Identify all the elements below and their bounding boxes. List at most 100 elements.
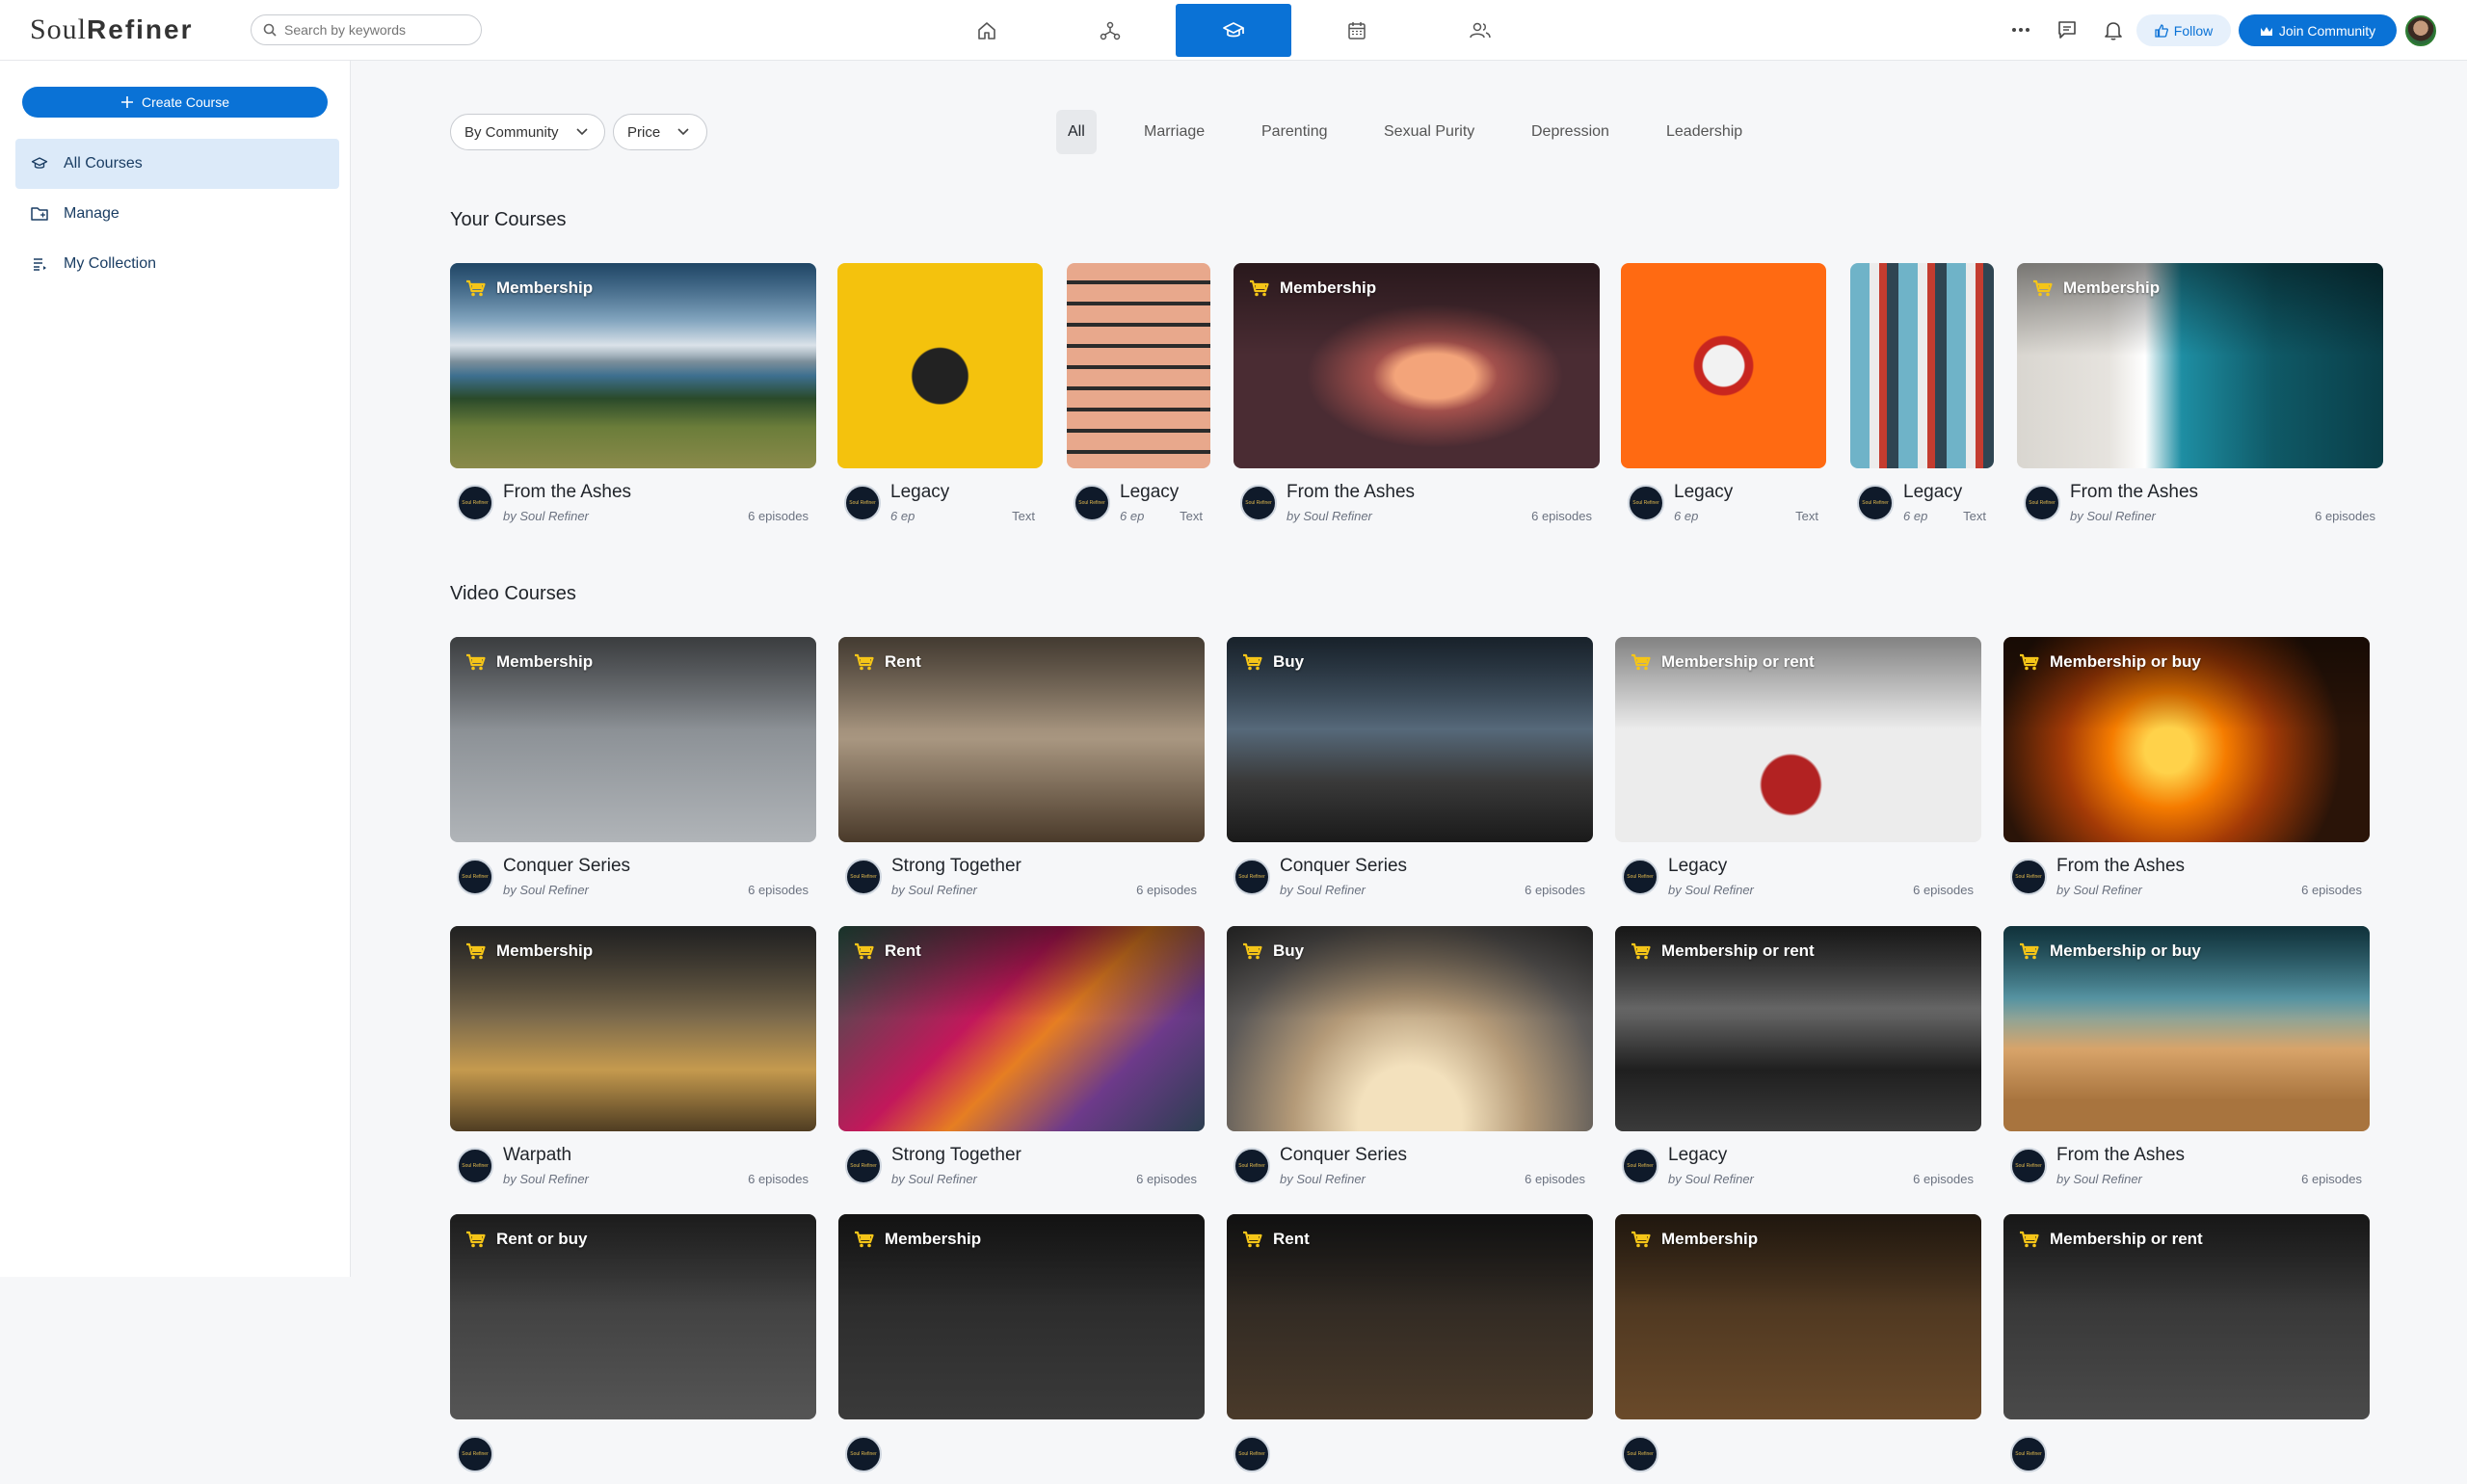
- creator-avatar[interactable]: Soul Refiner: [2024, 485, 2060, 521]
- user-avatar[interactable]: [2405, 15, 2436, 46]
- creator-avatar[interactable]: Soul Refiner: [845, 1436, 882, 1472]
- sidebar-item-all-courses[interactable]: All Courses: [15, 139, 339, 189]
- course-title[interactable]: Conquer Series: [1280, 856, 1407, 877]
- price-filter-dropdown[interactable]: Price: [613, 114, 707, 150]
- course-thumbnail[interactable]: Buy: [1227, 926, 1593, 1131]
- course-thumbnail[interactable]: [1067, 263, 1210, 468]
- course-thumbnail[interactable]: Membership or rent: [1615, 926, 1981, 1131]
- nav-courses[interactable]: [1176, 4, 1291, 57]
- creator-avatar[interactable]: Soul Refiner: [457, 859, 493, 895]
- course-title[interactable]: Conquer Series: [1280, 1145, 1407, 1166]
- logo[interactable]: SoulRefiner: [30, 13, 194, 46]
- course-thumbnail[interactable]: Rent: [838, 926, 1205, 1131]
- course-card[interactable]: Membership or rent Soul Refiner Legacy by S…: [1615, 926, 1981, 1196]
- course-card[interactable]: Rent Soul Refiner Strong Together by Soul R…: [838, 926, 1205, 1196]
- course-card[interactable]: Membership Soul Refiner From the Ashes by S…: [1234, 263, 1600, 533]
- course-thumbnail[interactable]: Membership: [450, 263, 816, 468]
- course-card[interactable]: Rent or buy Soul Refiner: [450, 1214, 816, 1484]
- course-card[interactable]: Soul Refiner Legacy 6 ep Text: [1067, 263, 1210, 533]
- course-title[interactable]: Strong Together: [891, 856, 1021, 877]
- course-thumbnail[interactable]: Buy: [1227, 637, 1593, 842]
- creator-avatar[interactable]: Soul Refiner: [457, 1148, 493, 1184]
- creator-avatar[interactable]: Soul Refiner: [457, 485, 493, 521]
- creator-avatar[interactable]: Soul Refiner: [1622, 1148, 1658, 1184]
- nav-calendar[interactable]: [1299, 4, 1415, 57]
- create-course-button[interactable]: Create Course: [22, 87, 328, 118]
- creator-avatar[interactable]: Soul Refiner: [1234, 1436, 1270, 1472]
- course-title[interactable]: Conquer Series: [503, 856, 630, 877]
- course-card[interactable]: Membership Soul Refiner Warpath by Soul Ref…: [450, 926, 816, 1196]
- course-card[interactable]: Membership Soul Refiner From the Ashes by S…: [2017, 263, 2383, 533]
- nav-people[interactable]: [1422, 4, 1538, 57]
- course-thumbnail[interactable]: Rent: [1227, 1214, 1593, 1419]
- creator-avatar[interactable]: Soul Refiner: [845, 1148, 882, 1184]
- course-title[interactable]: Legacy: [1668, 1145, 1727, 1166]
- course-card[interactable]: Membership Soul Refiner: [1615, 1214, 1981, 1484]
- course-thumbnail[interactable]: Membership: [450, 926, 816, 1131]
- course-card[interactable]: Membership or rent Soul Refiner Legacy by S…: [1615, 637, 1981, 907]
- nav-network[interactable]: [1052, 4, 1168, 57]
- category-tab-leadership[interactable]: Leadership: [1655, 110, 1754, 154]
- search-box[interactable]: [251, 14, 482, 45]
- course-thumbnail[interactable]: Membership: [450, 637, 816, 842]
- course-card[interactable]: Rent Soul Refiner: [1227, 1214, 1593, 1484]
- sidebar-item-my-collection[interactable]: My Collection: [15, 239, 339, 289]
- creator-avatar[interactable]: Soul Refiner: [1628, 485, 1664, 521]
- creator-avatar[interactable]: Soul Refiner: [844, 485, 881, 521]
- course-card[interactable]: Membership Soul Refiner Conquer Series by S…: [450, 637, 816, 907]
- course-thumbnail[interactable]: [837, 263, 1043, 468]
- course-title[interactable]: Legacy: [1668, 856, 1727, 877]
- course-title[interactable]: Legacy: [890, 482, 949, 503]
- course-card[interactable]: Buy Soul Refiner Conquer Series by Soul Ref…: [1227, 637, 1593, 907]
- category-tab-depression[interactable]: Depression: [1520, 110, 1621, 154]
- course-card[interactable]: Soul Refiner Legacy 6 ep Text: [1621, 263, 1826, 533]
- course-title[interactable]: Strong Together: [891, 1145, 1021, 1166]
- course-card[interactable]: Buy Soul Refiner Conquer Series by Soul Ref…: [1227, 926, 1593, 1196]
- creator-avatar[interactable]: Soul Refiner: [1234, 859, 1270, 895]
- sidebar-item-manage[interactable]: Manage: [15, 189, 339, 239]
- course-thumbnail[interactable]: [1621, 263, 1826, 468]
- course-thumbnail[interactable]: [1850, 263, 1994, 468]
- course-card[interactable]: Membership or buy Soul Refiner From the As…: [2003, 926, 2370, 1196]
- notifications-button[interactable]: [2099, 15, 2128, 44]
- creator-avatar[interactable]: Soul Refiner: [845, 859, 882, 895]
- creator-avatar[interactable]: Soul Refiner: [2010, 859, 2047, 895]
- course-thumbnail[interactable]: Membership: [2017, 263, 2383, 468]
- creator-avatar[interactable]: Soul Refiner: [1622, 1436, 1658, 1472]
- course-thumbnail[interactable]: Membership or buy: [2003, 926, 2370, 1131]
- course-thumbnail[interactable]: Membership: [838, 1214, 1205, 1419]
- creator-avatar[interactable]: Soul Refiner: [457, 1436, 493, 1472]
- category-tab-marriage[interactable]: Marriage: [1132, 110, 1216, 154]
- course-title[interactable]: Warpath: [503, 1145, 571, 1166]
- course-title[interactable]: From the Ashes: [2056, 856, 2185, 877]
- course-title[interactable]: From the Ashes: [2056, 1145, 2185, 1166]
- nav-home[interactable]: [929, 4, 1045, 57]
- category-tab-parenting[interactable]: Parenting: [1250, 110, 1340, 154]
- course-title[interactable]: From the Ashes: [2070, 482, 2198, 503]
- creator-avatar[interactable]: Soul Refiner: [1074, 485, 1110, 521]
- course-thumbnail[interactable]: Membership or buy: [2003, 637, 2370, 842]
- course-thumbnail[interactable]: Membership or rent: [1615, 637, 1981, 842]
- course-thumbnail[interactable]: Rent: [838, 637, 1205, 842]
- more-button[interactable]: [2006, 15, 2035, 44]
- course-thumbnail[interactable]: Membership or rent: [2003, 1214, 2370, 1419]
- search-input[interactable]: [284, 22, 467, 38]
- course-title[interactable]: From the Ashes: [1287, 482, 1415, 503]
- creator-avatar[interactable]: Soul Refiner: [1240, 485, 1277, 521]
- course-card[interactable]: Membership or buy Soul Refiner From the As…: [2003, 637, 2370, 907]
- category-tab-sexual-purity[interactable]: Sexual Purity: [1372, 110, 1486, 154]
- course-card[interactable]: Soul Refiner Legacy 6 ep Text: [837, 263, 1043, 533]
- course-card[interactable]: Membership Soul Refiner: [838, 1214, 1205, 1484]
- course-card[interactable]: Membership Soul Refiner From the Ashes by S…: [450, 263, 816, 533]
- community-filter-dropdown[interactable]: By Community: [450, 114, 605, 150]
- course-card[interactable]: Soul Refiner Legacy 6 ep Text: [1850, 263, 1994, 533]
- creator-avatar[interactable]: Soul Refiner: [1234, 1148, 1270, 1184]
- course-card[interactable]: Membership or rent Soul Refiner: [2003, 1214, 2370, 1484]
- course-title[interactable]: Legacy: [1120, 482, 1179, 503]
- course-title[interactable]: From the Ashes: [503, 482, 631, 503]
- course-thumbnail[interactable]: Membership: [1615, 1214, 1981, 1419]
- category-tab-all[interactable]: All: [1056, 110, 1097, 154]
- creator-avatar[interactable]: Soul Refiner: [1857, 485, 1894, 521]
- creator-avatar[interactable]: Soul Refiner: [1622, 859, 1658, 895]
- course-title[interactable]: Legacy: [1674, 482, 1733, 503]
